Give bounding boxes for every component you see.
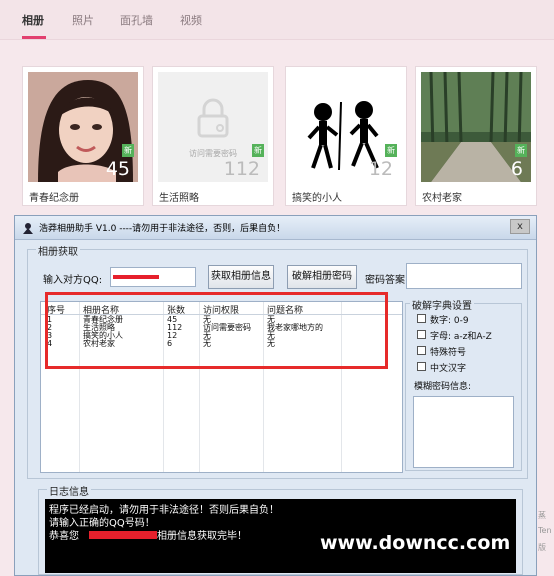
album-helper-window: 浩莽相册助手 V1.0 ----请勿用于非法途径，否则，后果自负！ x 相册获取… <box>14 215 537 576</box>
dict-settings-title: 破解字典设置 <box>410 297 474 312</box>
letters-label: 字母: a-z和A-Z <box>430 332 492 342</box>
qq-label: 输入对方QQ: <box>43 275 103 286</box>
watermark: www.downcc.com <box>320 532 511 554</box>
album-thumb-bamboo: 新 6 <box>421 72 531 182</box>
cell-question: 无 <box>267 339 275 348</box>
new-badge: 新 <box>385 144 397 157</box>
window-title: 浩莽相册助手 V1.0 ----请勿用于非法途径，否则，后果自负！ <box>39 224 286 234</box>
album-photo-count: 12 <box>368 158 393 180</box>
cell-index: 4 <box>47 339 53 348</box>
symbols-label: 特殊符号 <box>430 348 467 358</box>
new-badge: 新 <box>252 144 264 157</box>
album-name: 搞笑的小人 <box>292 193 342 204</box>
log-line: 相册信息获取完毕！ <box>157 531 247 542</box>
album-name: 青春纪念册 <box>29 193 79 204</box>
table-row[interactable]: 4 农村老家 6 无 无 <box>41 339 402 348</box>
lock-icon <box>197 98 229 138</box>
cell-question: 我老家哪地方的 <box>267 323 323 332</box>
answer-field[interactable] <box>406 263 522 289</box>
redaction-mark <box>113 275 159 279</box>
letters-checkbox[interactable] <box>417 330 426 339</box>
album-card-village[interactable]: 新 6 农村老家 <box>415 66 537 206</box>
fuzzy-info-field[interactable] <box>413 396 514 468</box>
tab-albums[interactable]: 相册 <box>22 12 44 28</box>
chinese-label: 中文汉字 <box>430 364 467 374</box>
close-button[interactable]: x <box>510 219 530 234</box>
album-card-funny[interactable]: 新 12 搞笑的小人 <box>285 66 407 206</box>
album-tabs: 相册 照片 面孔墙 视频 <box>0 0 554 40</box>
cell-album-name: 农村老家 <box>83 339 115 348</box>
album-card-youth[interactable]: 新 45 青春纪念册 <box>22 66 144 206</box>
album-photo-count: 45 <box>105 158 130 180</box>
active-tab-indicator <box>22 36 46 39</box>
qq-input[interactable] <box>110 267 196 287</box>
cell-count: 6 <box>167 339 173 348</box>
page-edge-text: Ten <box>538 526 552 535</box>
digits-label: 数字: 0-9 <box>430 316 469 326</box>
album-name: 生活照略 <box>159 193 199 204</box>
page-edge-text: 蒸 <box>538 511 546 520</box>
crack-password-button[interactable]: 破解相册密码 <box>287 265 357 289</box>
get-album-info-button[interactable]: 获取相册信息 <box>208 265 274 289</box>
answer-label: 密码答案: <box>365 275 409 286</box>
app-icon <box>23 223 33 234</box>
page-edge-text: 版 <box>538 543 546 552</box>
digits-checkbox[interactable] <box>417 314 426 323</box>
tab-photos[interactable]: 照片 <box>72 12 94 28</box>
log-line: 恭喜您 <box>49 531 79 542</box>
log-group-title: 日志信息 <box>47 483 91 498</box>
album-thumb-locked: 访问需要密码 新 112 <box>158 72 268 182</box>
chinese-checkbox[interactable] <box>417 362 426 371</box>
list-header: 序号 相册名称 张数 访问权限 问题名称 <box>41 302 402 316</box>
album-card-life[interactable]: 访问需要密码 新 112 生活照略 <box>152 66 274 206</box>
cell-access: 无 <box>203 339 211 348</box>
album-name: 农村老家 <box>422 193 462 204</box>
new-badge: 新 <box>122 144 134 157</box>
album-photo-count: 112 <box>223 158 260 180</box>
fetch-group-title: 相册获取 <box>36 243 80 258</box>
redaction-mark <box>89 531 157 539</box>
album-photo-count: 6 <box>510 158 523 180</box>
new-badge: 新 <box>515 144 527 157</box>
tab-face-wall[interactable]: 面孔墙 <box>120 12 153 28</box>
window-titlebar[interactable]: 浩莽相册助手 V1.0 ----请勿用于非法途径，否则，后果自负！ x <box>15 216 536 240</box>
fuzzy-label: 模糊密码信息: <box>414 382 472 392</box>
album-list[interactable]: 序号 相册名称 张数 访问权限 问题名称 1 青春纪念册 45 无 无 2 生活… <box>40 301 403 473</box>
symbols-checkbox[interactable] <box>417 346 426 355</box>
album-thumb-stickmen: 新 12 <box>291 72 401 182</box>
tab-videos[interactable]: 视频 <box>180 12 202 28</box>
album-thumb-portrait: 新 45 <box>28 72 138 182</box>
